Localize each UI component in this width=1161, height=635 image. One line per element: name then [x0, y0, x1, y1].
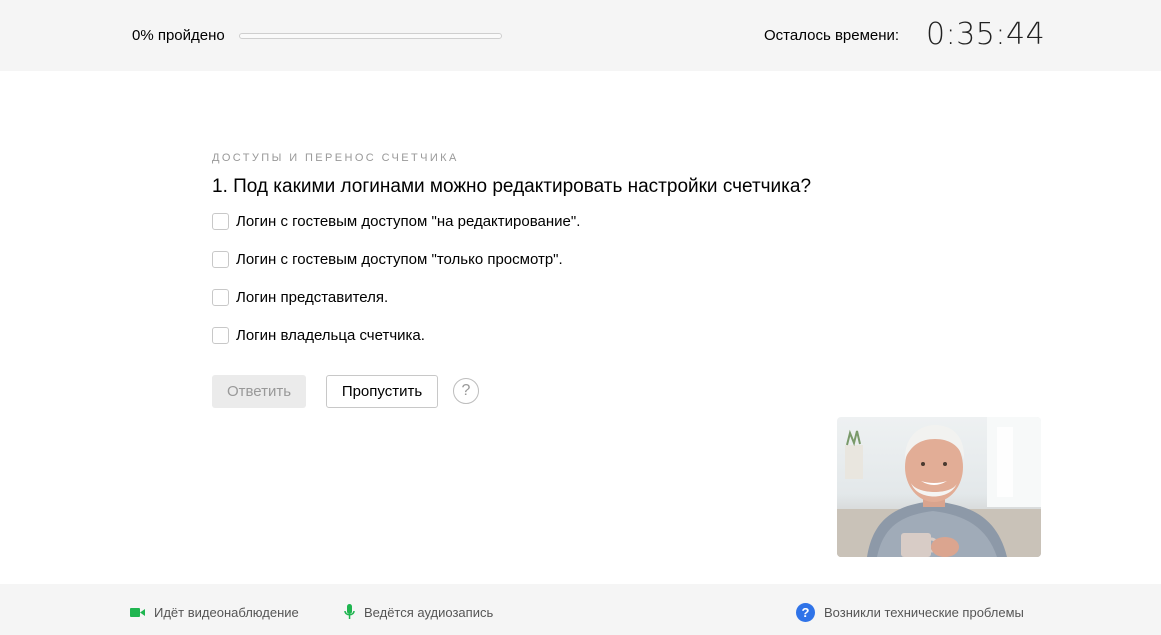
skip-button[interactable]: Пропустить: [326, 375, 438, 408]
progress-label: 0% пройдено: [132, 27, 225, 44]
answer-option-label: Логин с гостевым доступом "только просмо…: [236, 250, 563, 268]
help-circle-glyph: ?: [796, 602, 815, 622]
tech-problems-link[interactable]: ? Возникли технические проблемы: [796, 602, 1024, 622]
audio-status: Ведётся аудиозапись: [344, 604, 493, 620]
video-status-label: Идёт видеонаблюдение: [154, 604, 299, 620]
webcam-person-image: [837, 417, 1041, 557]
timer-value: 0:35:44: [926, 17, 1046, 52]
video-status: Идёт видеонаблюдение: [130, 604, 299, 620]
answer-option[interactable]: Логин с гостевым доступом "на редактиров…: [212, 211, 580, 231]
answer-checkbox[interactable]: [212, 250, 229, 268]
question-text: 1. Под какими логинами можно редактирова…: [212, 176, 812, 197]
webcam-preview: [837, 417, 1041, 557]
video-camera-icon: [130, 607, 145, 618]
help-button[interactable]: ?: [453, 378, 479, 404]
microphone-icon: [344, 604, 355, 620]
answer-option[interactable]: Логин представителя.: [212, 287, 388, 307]
answer-checkbox[interactable]: [212, 326, 229, 344]
answer-option-label: Логин представителя.: [236, 288, 389, 306]
progress-bar: [239, 33, 502, 39]
header-bar: 0% пройдено Осталось времени: 0:35:44: [0, 0, 1161, 71]
timer-label: Осталось времени:: [764, 27, 900, 44]
help-circle-icon: ?: [796, 602, 815, 622]
answer-option[interactable]: Логин с гостевым доступом "только просмо…: [212, 249, 563, 269]
answer-option-label: Логин владельца счетчика.: [236, 326, 425, 344]
answer-checkbox[interactable]: [212, 288, 229, 306]
tech-problems-label[interactable]: Возникли технические проблемы: [824, 605, 1024, 620]
answer-checkbox[interactable]: [212, 212, 229, 230]
question-section-title: ДОСТУПЫ И ПЕРЕНОС СЧЕТЧИКА: [212, 152, 459, 164]
answer-button[interactable]: Ответить: [212, 375, 306, 408]
answer-option[interactable]: Логин владельца счетчика.: [212, 325, 425, 345]
footer-bar: Идёт видеонаблюдение Ведётся аудиозапись…: [0, 584, 1161, 635]
audio-status-label: Ведётся аудиозапись: [364, 604, 494, 620]
answer-option-label: Логин с гостевым доступом "на редактиров…: [236, 212, 581, 230]
